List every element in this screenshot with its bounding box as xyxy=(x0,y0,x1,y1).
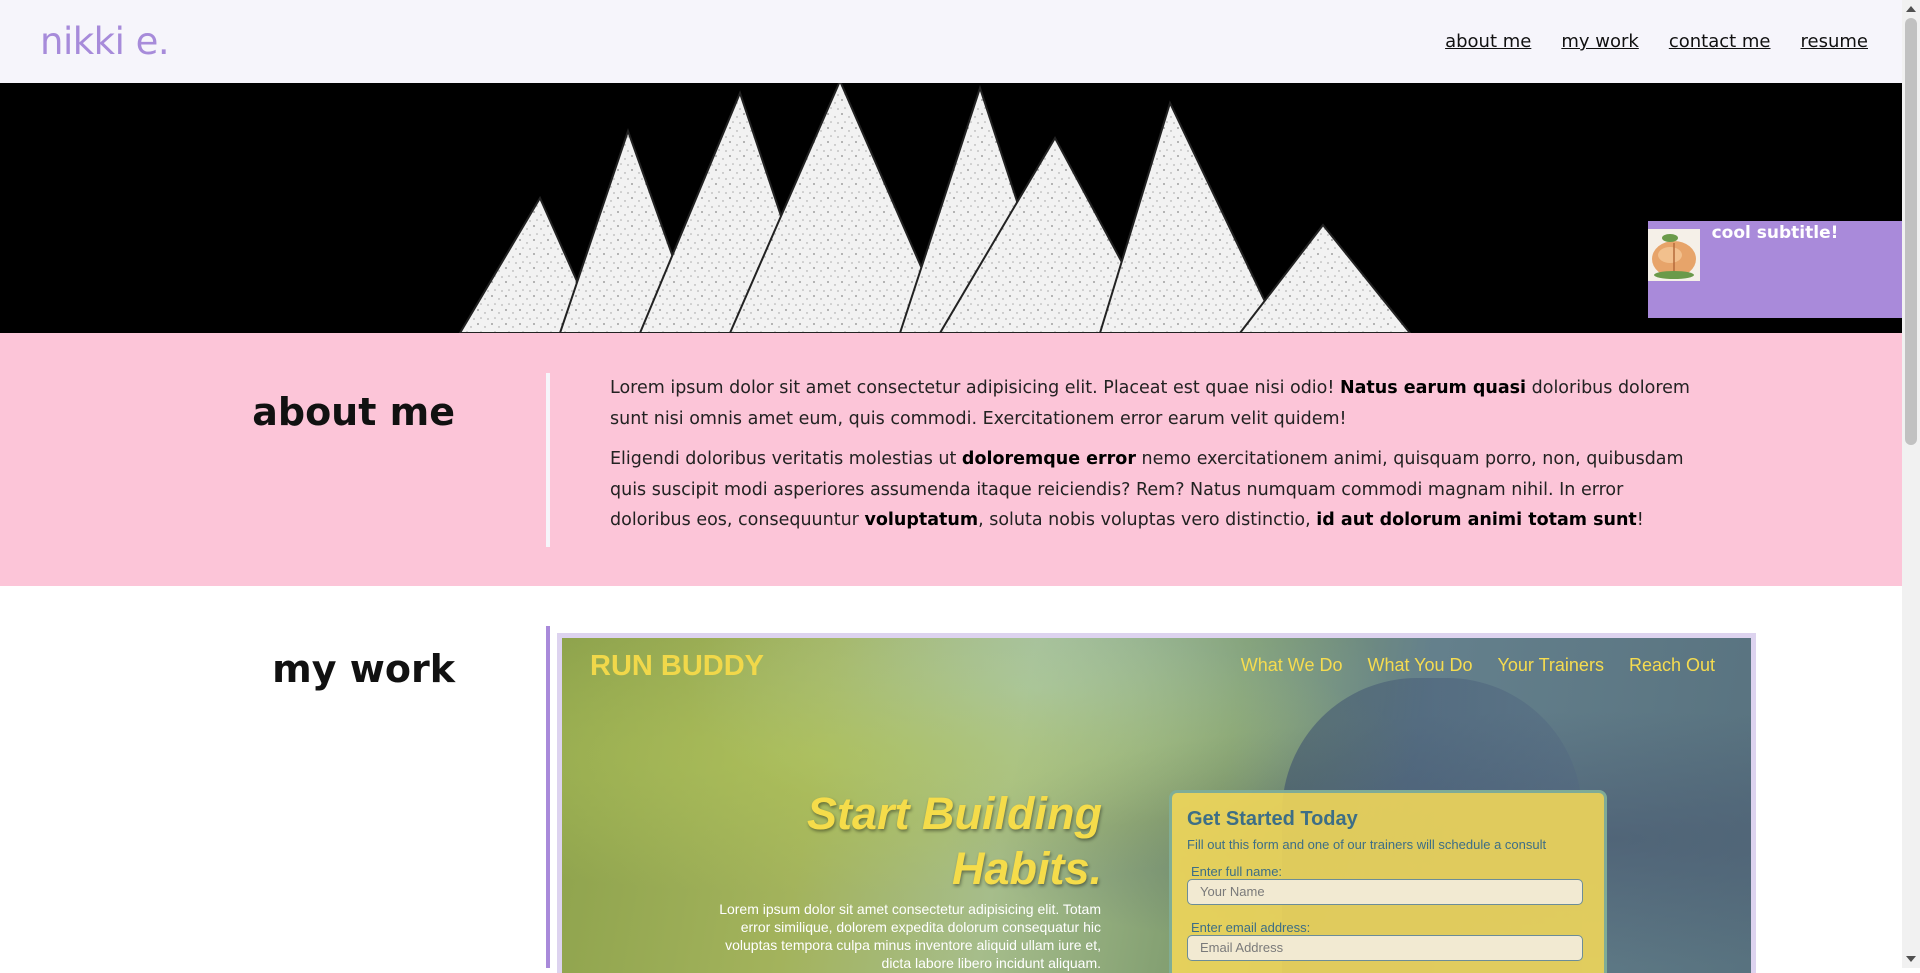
subtitle-text: cool subtitle! xyxy=(1711,223,1839,243)
nav-link-contact-me[interactable]: contact me xyxy=(1669,31,1771,52)
peach-icon xyxy=(1648,229,1700,281)
work-section: my work RUN BUDDY What We Do What You Do… xyxy=(0,586,1902,973)
mountains-illustration xyxy=(458,83,1412,333)
about-section: about me Lorem ipsum dolor sit amet cons… xyxy=(0,333,1902,586)
email-label: Enter email address: xyxy=(1191,920,1311,935)
about-text-span: ! xyxy=(1636,510,1644,530)
project-lorem: Lorem ipsum dolor sit amet consectetur a… xyxy=(719,901,1101,971)
work-divider xyxy=(546,626,550,968)
about-text-span: Lorem ipsum dolor sit amet consectetur a… xyxy=(610,378,1340,398)
about-title: about me xyxy=(252,390,455,434)
name-input[interactable]: Your Name xyxy=(1187,879,1583,905)
nav-link-my-work[interactable]: my work xyxy=(1561,31,1638,52)
site-header: nikki e. about me my work contact me res… xyxy=(0,0,1902,83)
about-bold-text: Natus earum quasi xyxy=(1339,378,1527,398)
project-nav: What We Do What You Do Your Trainers Rea… xyxy=(1216,655,1715,676)
about-text: Lorem ipsum dolor sit amet consectetur a… xyxy=(610,373,1700,546)
about-paragraph-1: Lorem ipsum dolor sit amet consectetur a… xyxy=(610,373,1700,434)
about-bold-text: doloremque error xyxy=(961,449,1136,469)
project-nav-what-we-do[interactable]: What We Do xyxy=(1241,655,1343,676)
main-nav: about me my work contact me resume xyxy=(1415,31,1868,52)
about-bold-text: voluptatum xyxy=(864,510,979,530)
hero-banner: cool subtitle! xyxy=(0,83,1902,333)
page-scrollbar[interactable] xyxy=(1902,0,1920,968)
nav-link-about-me[interactable]: about me xyxy=(1445,31,1531,52)
nav-link-resume[interactable]: resume xyxy=(1801,31,1868,52)
scroll-up-icon[interactable] xyxy=(1906,6,1916,12)
project-nav-what-you-do[interactable]: What You Do xyxy=(1367,655,1472,676)
about-bold-text: id aut dolorum animi totam sunt xyxy=(1316,510,1637,530)
scrollbar-thumb[interactable] xyxy=(1905,18,1917,445)
project-nav-reach-out[interactable]: Reach Out xyxy=(1629,655,1715,676)
project-headline: Start Building Habits. xyxy=(807,788,1102,894)
site-brand[interactable]: nikki e. xyxy=(40,20,170,63)
subtitle-badge: cool subtitle! xyxy=(1648,221,1902,318)
about-divider xyxy=(546,373,550,547)
project-brand: RUN BUDDY xyxy=(590,650,764,682)
project-signup-form: Get Started Today Fill out this form and… xyxy=(1169,790,1607,973)
about-text-span: Eligendi doloribus veritatis molestias u… xyxy=(610,449,962,469)
project-preview-run-buddy[interactable]: RUN BUDDY What We Do What You Do Your Tr… xyxy=(557,633,1756,973)
work-title: my work xyxy=(272,647,455,691)
form-title: Get Started Today xyxy=(1187,808,1358,830)
about-text-span: , soluta nobis voluptas vero distinctio, xyxy=(978,510,1317,530)
project-nav-your-trainers[interactable]: Your Trainers xyxy=(1498,655,1604,676)
name-label: Enter full name: xyxy=(1191,864,1283,879)
scroll-down-icon[interactable] xyxy=(1906,956,1916,962)
form-subtitle: Fill out this form and one of our traine… xyxy=(1187,837,1547,852)
about-paragraph-2: Eligendi doloribus veritatis molestias u… xyxy=(610,444,1700,536)
email-input[interactable]: Email Address xyxy=(1187,935,1583,961)
